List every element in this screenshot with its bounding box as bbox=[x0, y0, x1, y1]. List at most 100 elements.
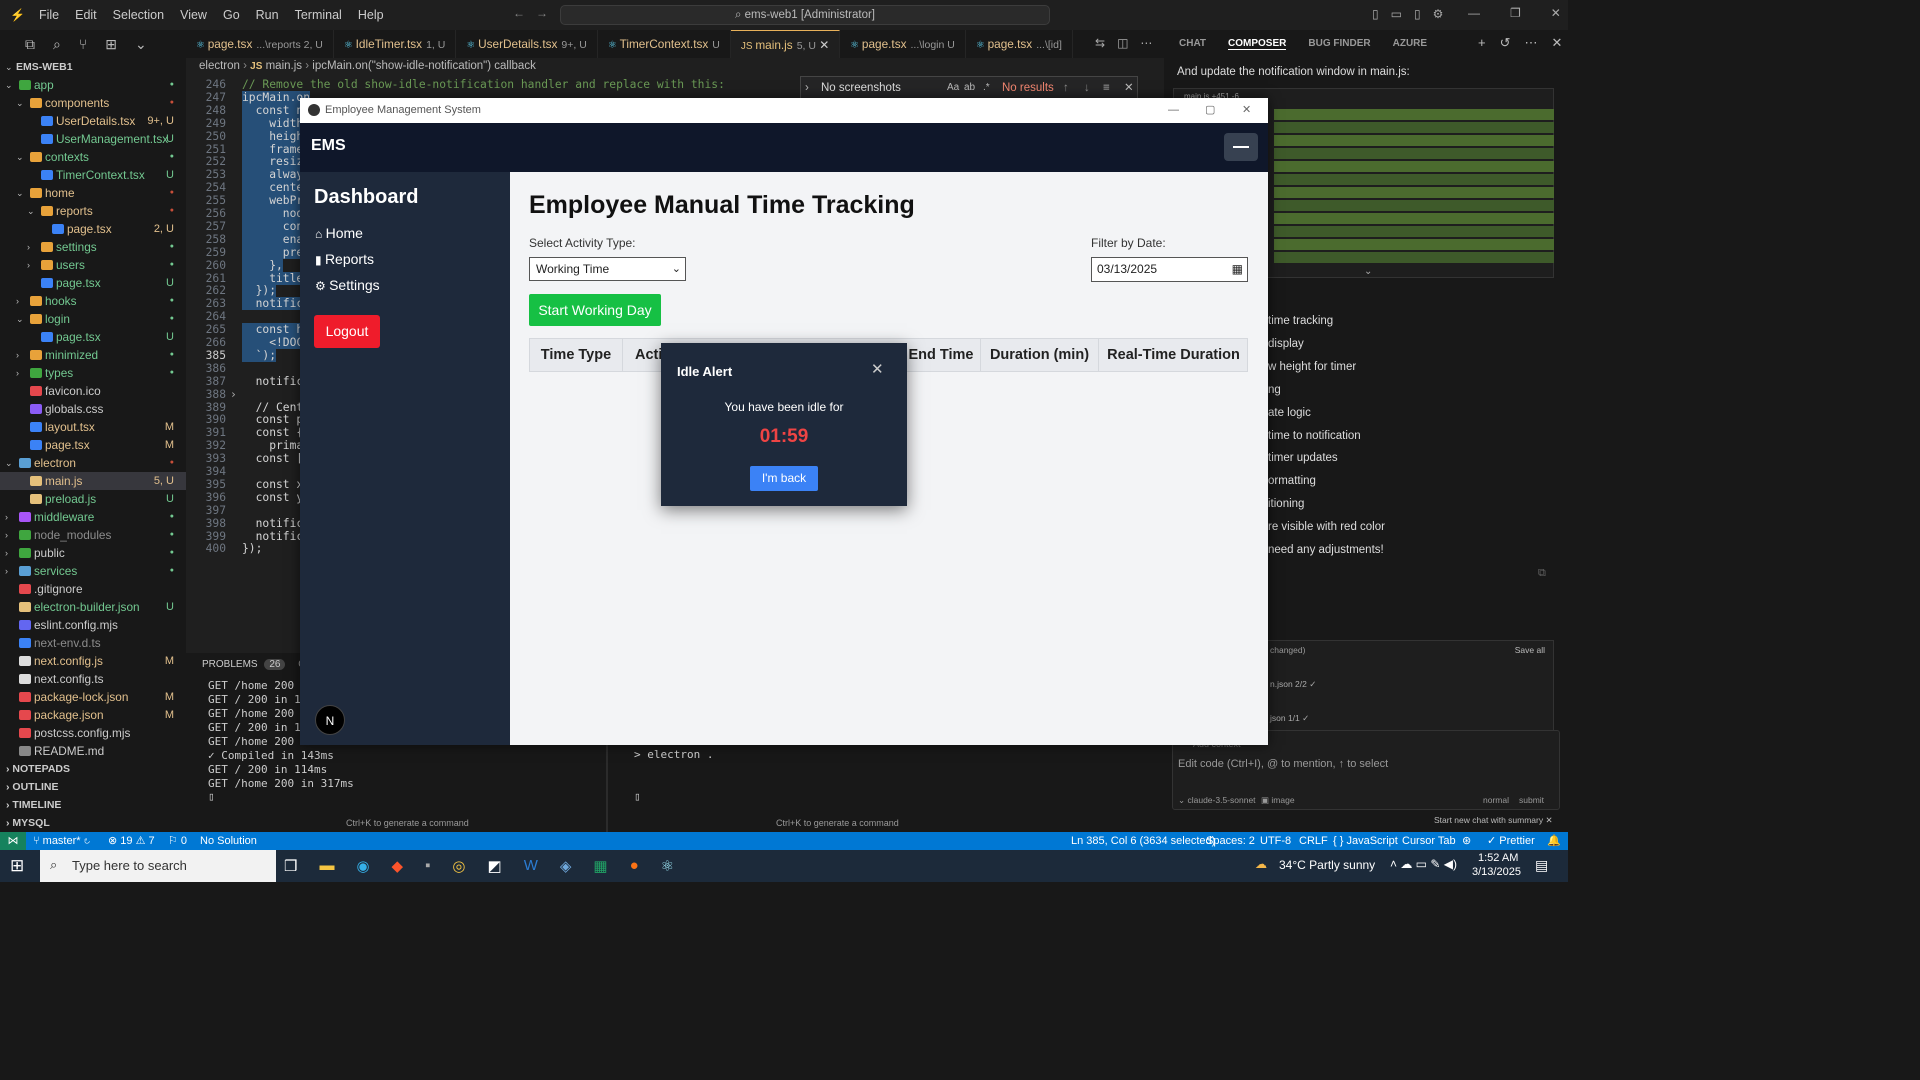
explorer-file[interactable]: package.json M bbox=[0, 706, 186, 724]
explorer-file[interactable]: README.md bbox=[0, 742, 186, 760]
explorer-folder[interactable]: › public ● bbox=[0, 544, 186, 562]
section-outline[interactable]: › OUTLINE bbox=[0, 778, 186, 796]
close-icon[interactable]: ✕ bbox=[871, 360, 884, 378]
explorer-folder[interactable]: ⌄ electron ● bbox=[0, 454, 186, 472]
changed-file-item[interactable]: json 1/1 ✓ bbox=[1270, 713, 1309, 724]
new-chat-summary-link[interactable]: Start new chat with summary ✕ bbox=[1434, 815, 1553, 826]
chevron-down-icon[interactable]: ⌄ bbox=[135, 36, 147, 53]
editor-tab[interactable]: ⚛ TimerContext.tsx U bbox=[598, 30, 731, 58]
minimize-icon[interactable]: — bbox=[1468, 6, 1480, 20]
composer-tab-chat[interactable]: CHAT bbox=[1179, 38, 1206, 50]
explorer-file[interactable]: main.js 5, U bbox=[0, 472, 186, 490]
menu-help[interactable]: Help bbox=[358, 8, 384, 22]
explorer-file[interactable]: package-lock.json M bbox=[0, 688, 186, 706]
explorer-folder[interactable]: ⌄ reports ● bbox=[0, 202, 186, 220]
postman-icon[interactable]: ◎ bbox=[452, 857, 465, 875]
split-editor-icon[interactable]: ◫ bbox=[1117, 36, 1128, 50]
editor-tab[interactable]: ⚛ page.tsx ...\reports 2, U bbox=[186, 30, 334, 58]
editor-tab[interactable]: JS main.js 5, U ✕ bbox=[730, 30, 841, 58]
edge-icon[interactable]: ◉ bbox=[356, 857, 369, 875]
save-all-button[interactable]: Save all bbox=[1515, 645, 1545, 655]
windows-start-icon[interactable]: ⊞ bbox=[10, 856, 24, 876]
composer-tab-bug-finder[interactable]: BUG FINDER bbox=[1308, 38, 1370, 50]
mode-selector[interactable]: normal bbox=[1483, 795, 1509, 805]
editor-tab[interactable]: ⚛ page.tsx ...\login U bbox=[840, 30, 966, 58]
find-input[interactable]: No screenshots bbox=[821, 77, 901, 99]
explorer-file[interactable]: next-env.d.ts bbox=[0, 634, 186, 652]
im-back-button[interactable]: I'm back bbox=[750, 466, 818, 491]
extensions-icon[interactable]: ⊞ bbox=[105, 36, 117, 53]
explorer-folder[interactable]: › minimized ● bbox=[0, 346, 186, 364]
panel-tab-problems[interactable]: PROBLEMS 26 O bbox=[202, 659, 306, 670]
more-icon[interactable]: ⋯ bbox=[1140, 36, 1152, 50]
restore-icon[interactable]: ❐ bbox=[1510, 6, 1521, 20]
start-working-day-button[interactable]: Start Working Day bbox=[529, 294, 661, 326]
explorer-file[interactable]: .gitignore bbox=[0, 580, 186, 598]
command-center[interactable]: ⌕ ems-web1 [Administrator] bbox=[560, 5, 1050, 25]
explorer-root[interactable]: ⌄ EMS-WEB1 bbox=[0, 58, 186, 76]
user-avatar[interactable]: N bbox=[315, 705, 345, 735]
weather-text[interactable]: 34°C Partly sunny bbox=[1279, 858, 1375, 872]
composer-tab-composer[interactable]: COMPOSER bbox=[1228, 38, 1287, 50]
source-control-icon[interactable]: ⑂ bbox=[79, 36, 87, 52]
copilot-icon[interactable]: ⊛ bbox=[1462, 832, 1471, 850]
add-icon[interactable]: + bbox=[1478, 35, 1486, 51]
remote-icon[interactable]: ⋈ bbox=[0, 832, 26, 850]
chevron-right-icon[interactable]: › bbox=[230, 388, 237, 401]
changed-file-item[interactable]: n.json 2/2 ✓ bbox=[1270, 679, 1316, 690]
toggle-secondary-sidebar-icon[interactable]: ▯ bbox=[1414, 7, 1421, 21]
search-icon[interactable]: ⌕ bbox=[53, 36, 61, 53]
ports-item[interactable]: ⚐ 0 bbox=[168, 832, 187, 850]
composer-input[interactable]: Edit code (Ctrl+I), @ to mention, ↑ to s… bbox=[1178, 758, 1388, 770]
submit-button[interactable]: submit bbox=[1519, 795, 1544, 805]
nav-item-home[interactable]: ⌂ Home bbox=[315, 225, 363, 241]
composer-tab-azure[interactable]: AZURE bbox=[1393, 38, 1427, 50]
action-center-icon[interactable]: ▤ bbox=[1535, 857, 1548, 874]
word-icon[interactable]: W bbox=[524, 857, 538, 875]
explorer-file[interactable]: page.tsx U bbox=[0, 328, 186, 346]
task-view-icon[interactable]: ❒ bbox=[284, 857, 297, 875]
explorer-folder[interactable]: › settings ● bbox=[0, 238, 186, 256]
hamburger-button[interactable] bbox=[1224, 133, 1258, 161]
previous-match-icon[interactable]: ↑ bbox=[1063, 77, 1069, 99]
breadcrumb-file[interactable]: main.js bbox=[266, 60, 302, 72]
calendar-icon[interactable]: ▦ bbox=[1232, 258, 1243, 281]
whole-word-option[interactable]: ab bbox=[964, 77, 975, 99]
chevron-right-icon[interactable]: › bbox=[805, 77, 809, 99]
clock-time[interactable]: 1:52 AM bbox=[1478, 852, 1518, 864]
menu-file[interactable]: File bbox=[39, 8, 59, 22]
explorer-file[interactable]: preload.js U bbox=[0, 490, 186, 508]
history-icon[interactable]: ↺ bbox=[1500, 35, 1511, 51]
explorer-folder[interactable]: › services ● bbox=[0, 562, 186, 580]
explorer-file[interactable]: favicon.ico bbox=[0, 382, 186, 400]
language-mode[interactable]: { } JavaScript bbox=[1333, 832, 1398, 850]
notifications-bell-icon[interactable]: 🔔 bbox=[1547, 832, 1561, 850]
toggle-panel-icon[interactable]: ▭ bbox=[1391, 7, 1402, 21]
nav-item-reports[interactable]: ▮ Reports bbox=[315, 251, 374, 267]
menu-run[interactable]: Run bbox=[256, 8, 279, 22]
image-button[interactable]: ▣ image bbox=[1261, 795, 1295, 806]
editor-tab[interactable]: ⚛ IdleTimer.tsx 1, U bbox=[334, 30, 457, 58]
line-ending[interactable]: CRLF bbox=[1299, 832, 1328, 850]
close-tab-icon[interactable]: ✕ bbox=[816, 38, 829, 52]
explorer-file[interactable]: layout.tsx M bbox=[0, 418, 186, 436]
explorer-file[interactable]: UserDetails.tsx 9+, U bbox=[0, 112, 186, 130]
taskbar-search-input[interactable]: Type here to search bbox=[72, 858, 187, 873]
nav-item-settings[interactable]: ⚙ Settings bbox=[315, 277, 380, 293]
ems-close-icon[interactable]: ✕ bbox=[1242, 98, 1251, 123]
brave-icon[interactable]: ◆ bbox=[392, 857, 404, 875]
tray-icons[interactable]: ˄ ☁ ▭ ✎ ◀) bbox=[1390, 857, 1457, 871]
indentation[interactable]: Spaces: 2 bbox=[1206, 832, 1255, 850]
more-icon[interactable]: ⋯ bbox=[1525, 35, 1538, 51]
close-icon[interactable]: ✕ bbox=[1551, 6, 1561, 20]
compare-icon[interactable]: ⇆ bbox=[1095, 36, 1105, 50]
back-arrow-icon[interactable]: ← bbox=[513, 6, 525, 20]
explorer-folder[interactable]: › hooks ● bbox=[0, 292, 186, 310]
activity-type-select[interactable]: Working Time ⌄ bbox=[529, 257, 686, 281]
editor-tab[interactable]: ⚛ UserDetails.tsx 9+, U bbox=[456, 30, 598, 58]
menu-view[interactable]: View bbox=[180, 8, 207, 22]
clock-date[interactable]: 3/13/2025 bbox=[1472, 866, 1521, 878]
solution-item[interactable]: No Solution bbox=[200, 832, 257, 850]
explorer-file[interactable]: UserManagement.tsx U bbox=[0, 130, 186, 148]
explorer-folder[interactable]: ⌄ home ● bbox=[0, 184, 186, 202]
